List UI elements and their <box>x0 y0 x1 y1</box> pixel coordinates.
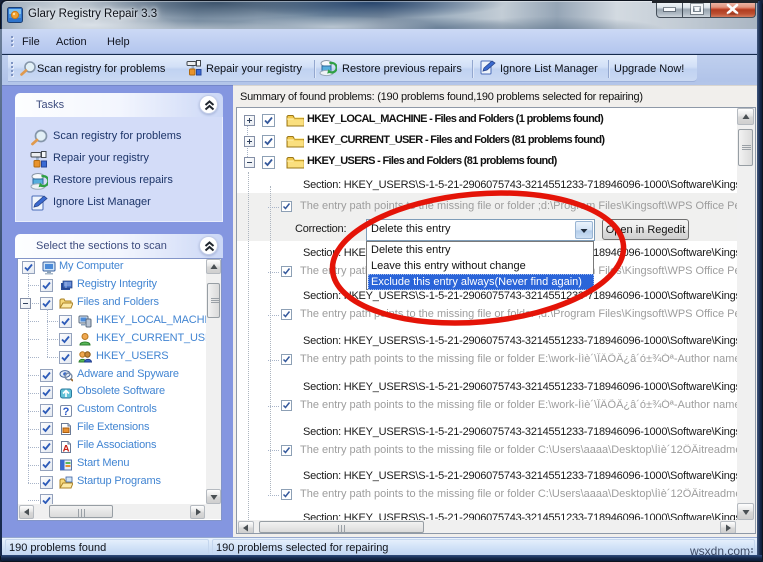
svg-text:?: ? <box>63 406 70 418</box>
svg-text:A: A <box>63 443 70 454</box>
